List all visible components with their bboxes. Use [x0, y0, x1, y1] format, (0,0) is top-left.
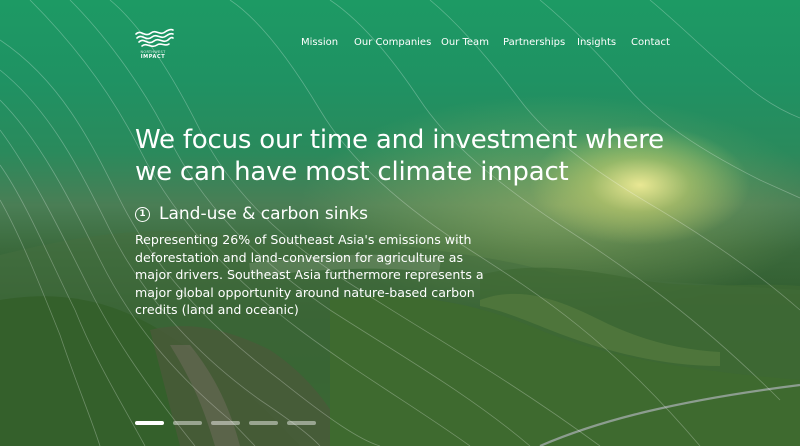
- sector-description: Representing 26% of Southeast Asia's emi…: [135, 232, 484, 318]
- slide-dot-2[interactable]: [173, 421, 202, 425]
- nav-item-contact[interactable]: Contact: [631, 37, 670, 49]
- sector-title: Land-use & carbon sinks: [159, 204, 368, 224]
- hero-headline: We focus our time and investment where w…: [135, 125, 664, 187]
- brand-name-main: IMPACT: [140, 54, 166, 60]
- slide-dot-1[interactable]: [135, 421, 164, 425]
- hero-background: NORTHWEST IMPACT Mission Our Companies O…: [0, 0, 800, 446]
- slide-dot-4[interactable]: [249, 421, 278, 425]
- sector-heading: 1 Land-use & carbon sinks: [135, 203, 368, 225]
- slide-dot-5[interactable]: [287, 421, 316, 425]
- nav-item-our-companies[interactable]: Our Companies: [354, 37, 431, 49]
- nav-item-partnerships[interactable]: Partnerships: [503, 37, 565, 49]
- nav-item-insights[interactable]: Insights: [577, 37, 616, 49]
- main-nav: Mission Our Companies Our Team Partnersh…: [0, 37, 800, 51]
- nav-item-our-team[interactable]: Our Team: [441, 37, 489, 49]
- nav-item-mission[interactable]: Mission: [301, 37, 338, 49]
- sector-number-badge: 1: [135, 206, 150, 222]
- landscape-illustration: [0, 231, 800, 446]
- slide-dot-3[interactable]: [211, 421, 240, 425]
